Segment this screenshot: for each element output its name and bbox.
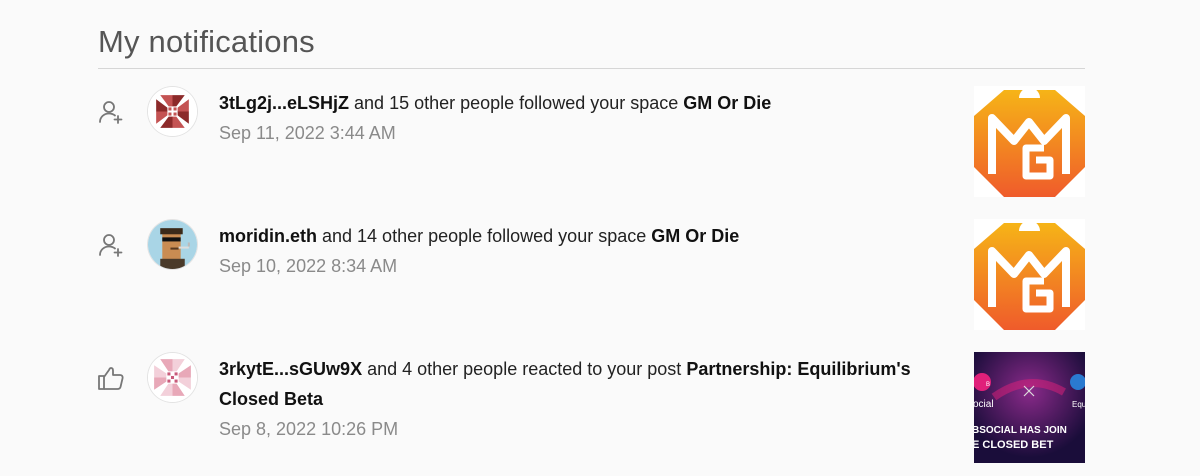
notification-text: moridin.eth and 14 other people followed… [219,221,967,281]
banner-line-1: BSOCIAL HAS JOIN [974,425,1067,436]
banner-left-label: ocial [974,399,994,410]
page-title: My notifications [98,24,315,59]
user-avatar[interactable] [148,87,197,136]
notification-text: 3rkytE...sGUw9X and 4 other people react… [219,354,967,444]
target-link[interactable]: GM Or Die [683,93,771,113]
target-link[interactable]: GM Or Die [651,226,739,246]
actor-link[interactable]: 3rkytE...sGUw9X [219,359,362,379]
banner-right-label: Equili [1072,400,1085,409]
notification-text: 3tLg2j...eLSHjZ and 15 other people foll… [219,88,967,148]
action-text: and 4 other people reacted to your post [362,359,687,379]
space-thumbnail[interactable] [974,86,1085,197]
user-avatar[interactable] [148,353,197,402]
notification-date: Sep 10, 2022 8:34 AM [219,256,398,276]
user-plus-icon [97,98,125,126]
action-text: and 15 other people followed your space [349,93,684,113]
space-thumbnail[interactable] [974,219,1085,330]
thumbs-up-icon [97,364,125,392]
user-plus-icon [97,231,125,259]
notifications-page: My notifications 3tLg2j...eLSHjZ and 15 … [0,0,1200,476]
banner-line-2: E CLOSED BET [974,439,1054,451]
title-divider [98,68,1085,69]
notification-date: Sep 11, 2022 3:44 AM [219,123,396,143]
post-thumbnail[interactable]: B ocial Equili BSOCIAL HAS JOIN E CLOSED… [974,352,1085,463]
notification-date: Sep 8, 2022 10:26 PM [219,419,399,439]
user-avatar[interactable] [148,220,197,269]
actor-link[interactable]: moridin.eth [219,226,317,246]
actor-link[interactable]: 3tLg2j...eLSHjZ [219,93,349,113]
action-text: and 14 other people followed your space [317,226,652,246]
svg-text:B: B [986,382,990,388]
